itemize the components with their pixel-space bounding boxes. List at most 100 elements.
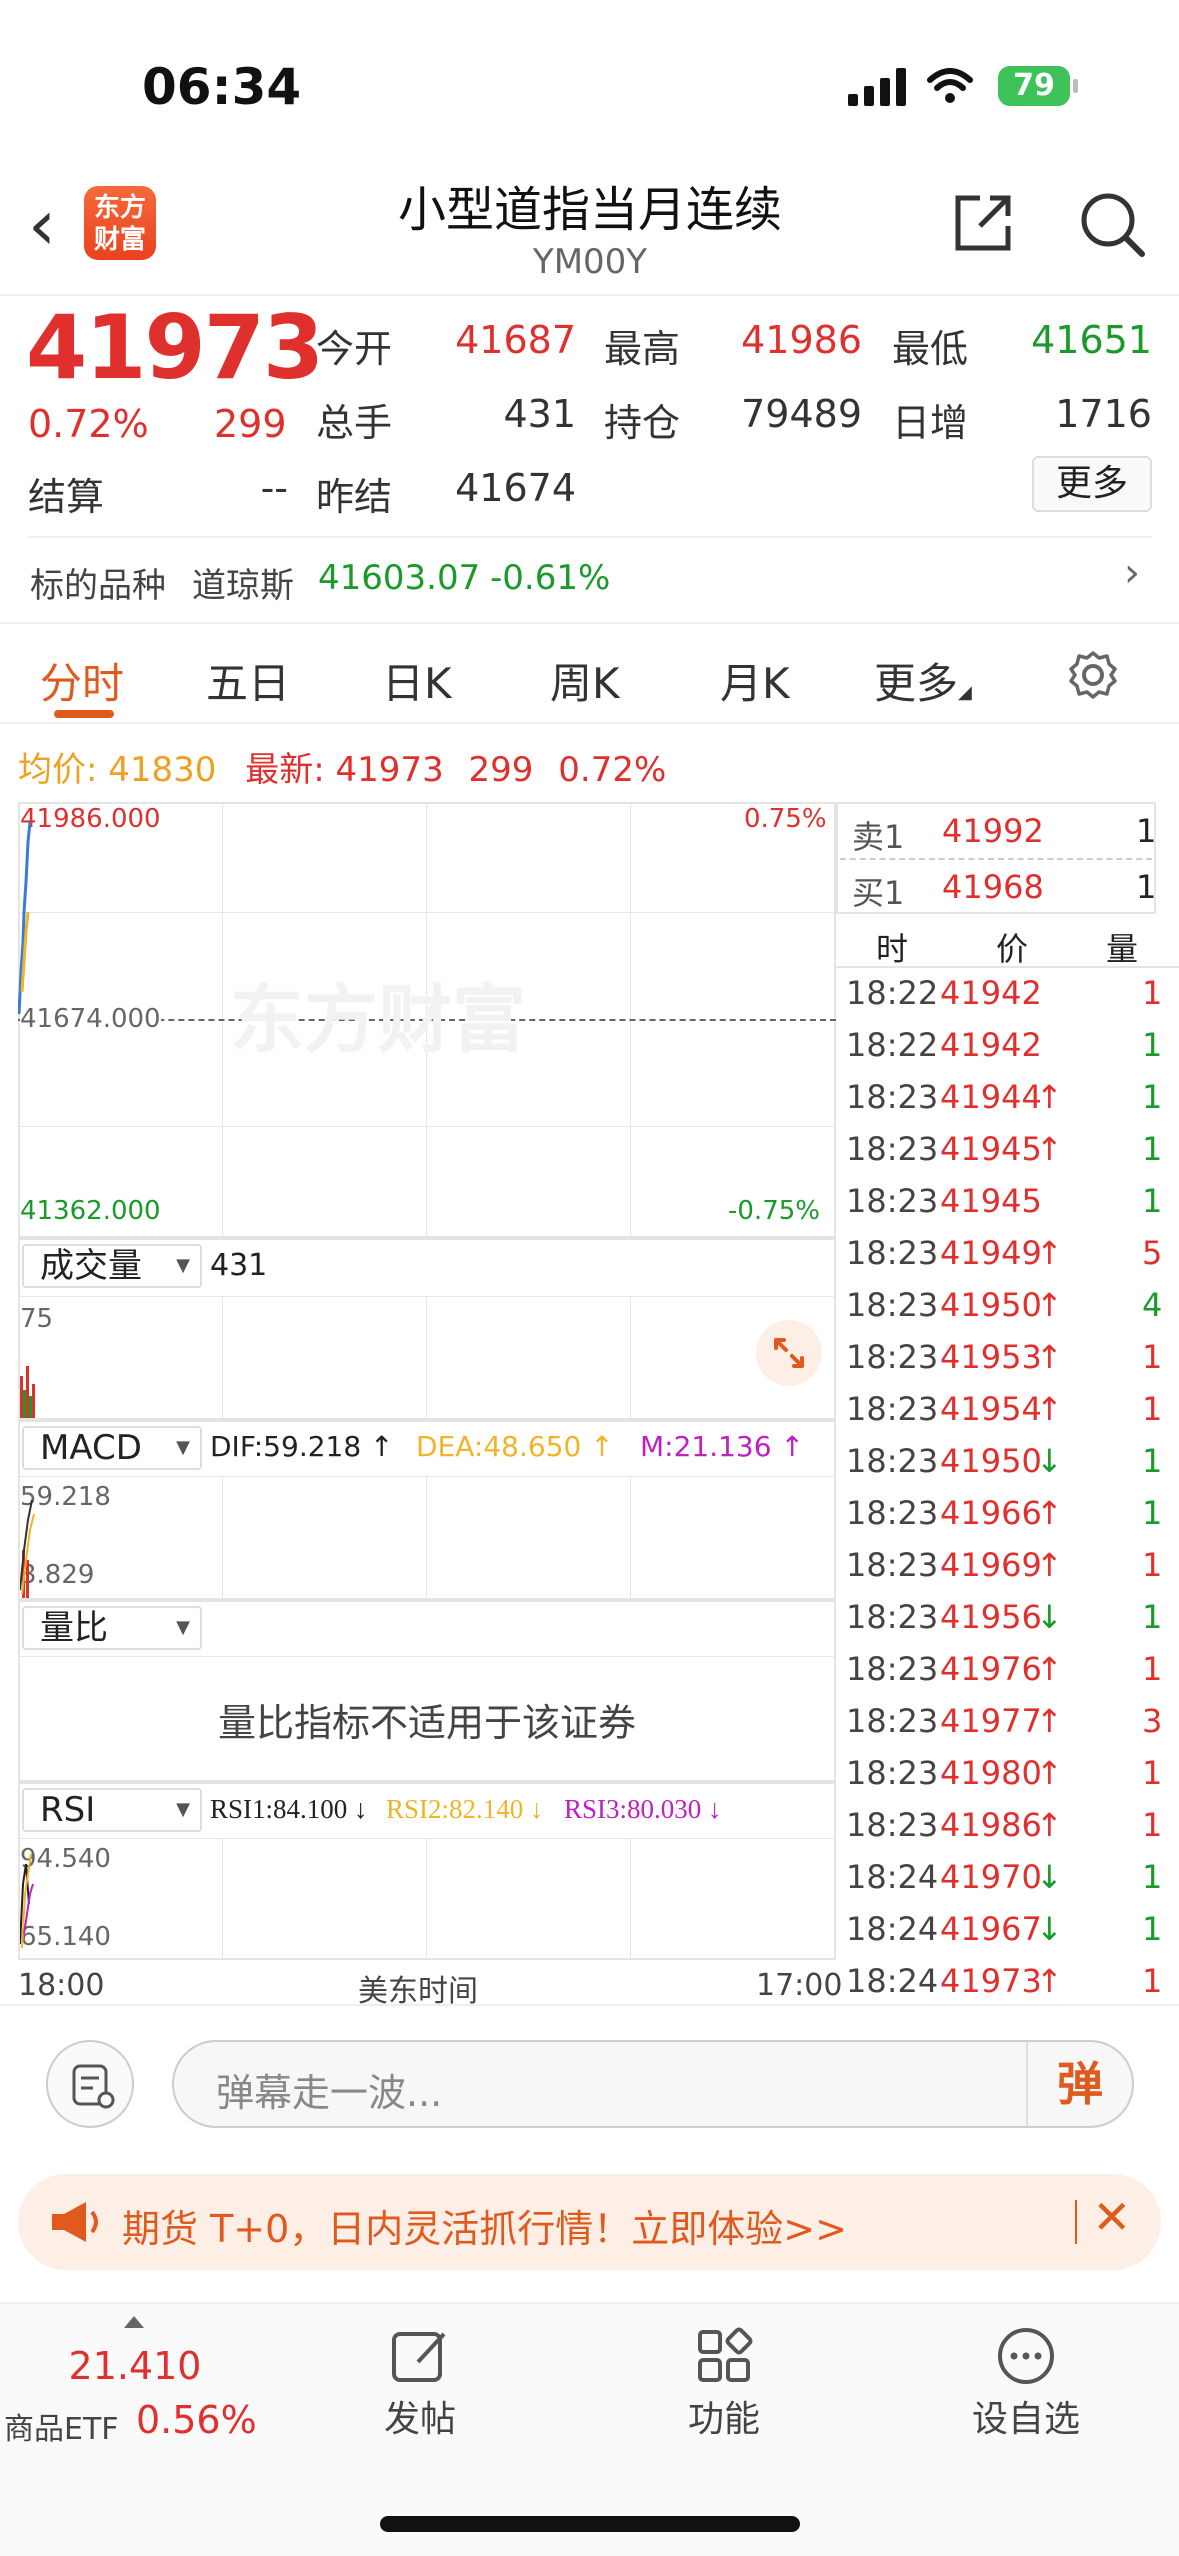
status-time: 06:34 <box>142 58 302 116</box>
trade-row: 18:23 41986 ↑ 1 <box>836 1800 1179 1852</box>
chevron-right-icon: › <box>1124 550 1140 596</box>
grid-icon <box>698 2327 753 2382</box>
battery-icon: 79 <box>998 66 1078 106</box>
contract-code: YM00Y <box>532 242 648 282</box>
trade-row: 18:23 41944 ↑ 1 <box>836 1072 1179 1124</box>
trade-time: 18:23 <box>846 1650 939 1688</box>
trade-price: 41950 <box>940 1442 1042 1480</box>
active-tab-indicator <box>54 710 114 718</box>
tab-weekly-k[interactable]: 周K <box>550 650 620 711</box>
trade-qty: 1 <box>1142 1130 1163 1168</box>
trade-row: 18:22 41942 1 <box>836 1020 1179 1072</box>
trade-qty: 1 <box>1142 1806 1163 1844</box>
caret-down-icon: ◢ <box>958 682 972 703</box>
share-icon[interactable] <box>950 190 1016 256</box>
trade-qty: 3 <box>1142 1702 1163 1740</box>
prev-settle-label: 昨结 <box>316 475 393 519</box>
expand-icon[interactable] <box>756 1320 822 1386</box>
trade-time: 18:22 <box>846 1026 939 1064</box>
intraday-chart[interactable]: 东方财富 41986.000 41674.000 41362.000 0.75%… <box>0 800 842 2009</box>
megaphone-icon <box>52 2202 98 2242</box>
trade-qty: 1 <box>1142 1650 1163 1688</box>
trade-price: 41945 <box>940 1182 1042 1220</box>
watermark: 东方财富 <box>230 977 526 1063</box>
trade-row: 18:24 41970 ↓ 1 <box>836 1852 1179 1904</box>
trade-time: 18:24 <box>846 1910 939 1948</box>
trade-arrow-icon: ↑ <box>1036 1546 1063 1584</box>
daily-increase-value: 1716 <box>1055 392 1152 436</box>
trade-time: 18:23 <box>846 1130 939 1168</box>
trade-row: 18:23 41954 ↑ 1 <box>836 1384 1179 1436</box>
trade-qty: 1 <box>1142 1754 1163 1792</box>
tab-monthly-k[interactable]: 月K <box>720 650 790 711</box>
volume-indicator-select[interactable]: 成交量 <box>22 1244 202 1288</box>
trade-row: 18:22 41942 1 <box>836 968 1179 1020</box>
trade-price: 41953 <box>940 1338 1042 1376</box>
avg-label: 均价: <box>18 750 98 790</box>
change-value: 299 <box>214 402 287 446</box>
rsi3: RSI3:80.030 ↓ <box>564 1794 722 1824</box>
wifi-icon <box>927 68 973 103</box>
edit-icon <box>392 2332 446 2382</box>
underlying-price: 41603.07 <box>318 558 481 598</box>
ask-qty: 1 <box>1136 812 1157 850</box>
rsi2: RSI2:82.140 ↓ <box>386 1794 544 1824</box>
trade-time: 18:24 <box>846 1962 939 2000</box>
trade-time: 18:23 <box>846 1546 939 1584</box>
ask-row: 卖1 41992 1 <box>852 812 1157 856</box>
trade-time: 18:23 <box>846 1390 939 1428</box>
settle-label: 结算 <box>28 475 105 519</box>
comment-input[interactable]: 弹幕走一波... 弹 <box>172 2040 1134 2128</box>
pct-min-label: -0.75% <box>728 1196 820 1226</box>
tab-five-day[interactable]: 五日 <box>206 650 290 711</box>
tab-daily-k[interactable]: 日K <box>382 650 452 711</box>
rsi1: RSI1:84.100 ↓ <box>210 1794 368 1824</box>
add-watchlist-button[interactable]: 设自选 <box>906 2304 1146 2504</box>
underlying-pct: -0.61% <box>490 558 611 598</box>
trade-time: 18:23 <box>846 1234 939 1272</box>
open-label: 今开 <box>316 327 393 371</box>
avg-value: 41830 <box>108 750 217 790</box>
more-quote-button[interactable]: 更多 <box>1032 456 1152 512</box>
trade-qty: 1 <box>1142 974 1163 1012</box>
trade-list[interactable]: 卖1 41992 1 买1 41968 1 时 价 量 18:22 41942 1 1… <box>836 800 1179 2000</box>
tab-intraday[interactable]: 分时 <box>40 650 124 711</box>
search-icon[interactable] <box>1078 190 1148 260</box>
trade-qty: 1 <box>1142 1442 1163 1480</box>
last-pct: 0.72% <box>558 750 667 790</box>
functions-button[interactable]: 功能 <box>604 2304 844 2504</box>
post-button[interactable]: 发帖 <box>300 2304 540 2504</box>
back-button[interactable]: ‹ <box>28 190 56 260</box>
volume-ratio-select[interactable]: 量比 <box>22 1606 202 1650</box>
trade-time: 18:23 <box>846 1702 939 1740</box>
send-comment-button[interactable]: 弹 <box>1026 2042 1132 2126</box>
tab-more[interactable]: 更多◢ <box>874 650 972 711</box>
bid-row: 买1 41968 1 <box>852 868 1157 912</box>
etf-widget[interactable]: 21.410 商品ETF 0.56% <box>0 2304 270 2504</box>
change-percent: 0.72% <box>28 402 149 446</box>
macd-indicator-select[interactable]: MACD <box>22 1426 202 1470</box>
settings-gear-icon[interactable] <box>1068 650 1118 700</box>
volume-value: 431 <box>503 392 576 436</box>
trade-header: 时 价 量 <box>836 916 1179 968</box>
trade-arrow-icon: ↑ <box>1036 1338 1063 1376</box>
trade-price: 41986 <box>940 1806 1042 1844</box>
trade-arrow-icon: ↓ <box>1036 1910 1063 1948</box>
pct-max-label: 0.75% <box>744 804 827 834</box>
volume-bars <box>20 1366 35 1418</box>
rsi-indicator-select[interactable]: RSI <box>22 1788 202 1832</box>
trade-price: 41977 <box>940 1702 1042 1740</box>
trade-row: 18:23 41969 ↑ 1 <box>836 1540 1179 1592</box>
home-indicator <box>380 2516 800 2532</box>
comment-list-icon[interactable] <box>46 2040 134 2128</box>
underlying-row[interactable]: 标的品种 道琼斯 41603.07 -0.61% › <box>0 538 1179 622</box>
close-icon[interactable]: ✕ <box>1092 2190 1131 2244</box>
trade-price: 41945 <box>940 1130 1042 1168</box>
promo-banner[interactable]: 期货 T+0，日内灵活抓行情！立即体验>> ✕ <box>18 2174 1161 2270</box>
last-price: 41973 <box>26 296 324 399</box>
trade-arrow-icon: ↑ <box>1036 1650 1063 1688</box>
trade-row: 18:23 41945 ↑ 1 <box>836 1124 1179 1176</box>
trade-arrow-icon: ↑ <box>1036 1078 1063 1116</box>
open-interest-value: 79489 <box>741 392 862 436</box>
trade-time: 18:23 <box>846 1598 939 1636</box>
